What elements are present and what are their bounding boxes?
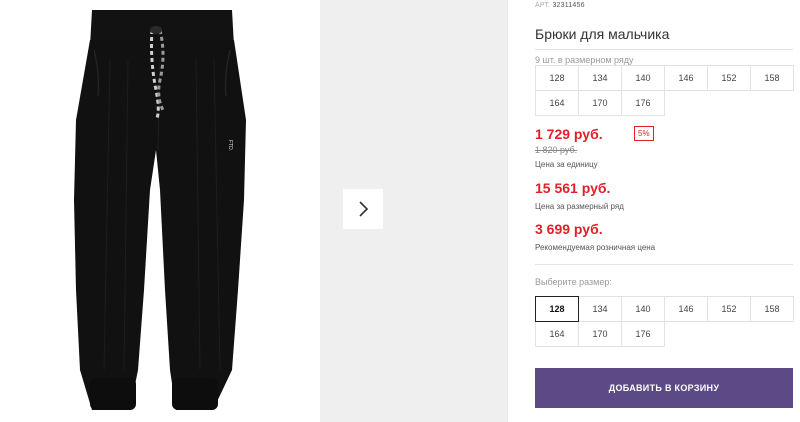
product-main-image[interactable]: FTD. — [0, 0, 320, 422]
size-option-146[interactable]: 146 — [664, 296, 708, 322]
next-image-button[interactable] — [343, 189, 383, 229]
add-to-cart-button[interactable]: ДОБАВИТЬ В КОРЗИНУ — [535, 368, 793, 408]
old-price: 1 820 руб. — [535, 145, 578, 155]
pack-sizes-caption: 9 шт. в размерном ряду — [535, 55, 634, 65]
pack-size-cell: 176 — [621, 90, 665, 116]
unit-price: 1 729 руб. — [535, 126, 603, 142]
pack-size-cell: 128 — [535, 65, 579, 91]
unit-price-note: Цена за единицу — [535, 160, 598, 169]
product-info-panel: АРТ. 32311456 Брюки для мальчика 9 шт. в… — [535, 0, 794, 422]
pack-size-cell: 170 — [578, 90, 622, 116]
product-gallery: FTD. — [0, 0, 507, 422]
garment-print-text: FTD. — [227, 140, 233, 151]
size-option-128[interactable]: 128 — [535, 296, 579, 322]
size-option-158[interactable]: 158 — [750, 296, 794, 322]
article-value: 32311456 — [552, 2, 585, 9]
pack-price: 15 561 руб. — [535, 180, 611, 196]
size-option-152[interactable]: 152 — [707, 296, 751, 322]
divider — [535, 49, 793, 50]
pack-size-cell: 164 — [535, 90, 579, 116]
retail-price-note: Рекомендуемая розничная цена — [535, 243, 656, 252]
article-number: АРТ. 32311456 — [535, 2, 585, 9]
size-option-164[interactable]: 164 — [535, 321, 579, 347]
column-divider — [507, 0, 508, 422]
chevron-right-icon — [359, 201, 369, 217]
pack-size-cell: 158 — [750, 65, 794, 91]
size-option-176[interactable]: 176 — [621, 321, 665, 347]
size-option-170[interactable]: 170 — [578, 321, 622, 347]
pack-size-cell: 146 — [664, 65, 708, 91]
pack-size-cell: 134 — [578, 65, 622, 91]
size-option-140[interactable]: 140 — [621, 296, 665, 322]
pack-size-cell: 140 — [621, 65, 665, 91]
size-select-caption: Выберите размер: — [535, 277, 612, 287]
pack-price-note: Цена за размерный ряд — [535, 202, 624, 211]
product-title: Брюки для мальчика — [535, 26, 670, 42]
pack-size-cell: 152 — [707, 65, 751, 91]
retail-price: 3 699 руб. — [535, 221, 603, 237]
size-selector-grid: 128 134 140 146 152 158 164 170 176 — [535, 296, 794, 347]
article-prefix: АРТ. — [535, 2, 551, 9]
discount-badge: 5% — [634, 126, 654, 141]
divider — [535, 264, 793, 265]
size-option-134[interactable]: 134 — [578, 296, 622, 322]
pack-size-grid: 128 134 140 146 152 158 164 170 176 — [535, 65, 794, 116]
pants-illustration: FTD. — [74, 10, 246, 410]
